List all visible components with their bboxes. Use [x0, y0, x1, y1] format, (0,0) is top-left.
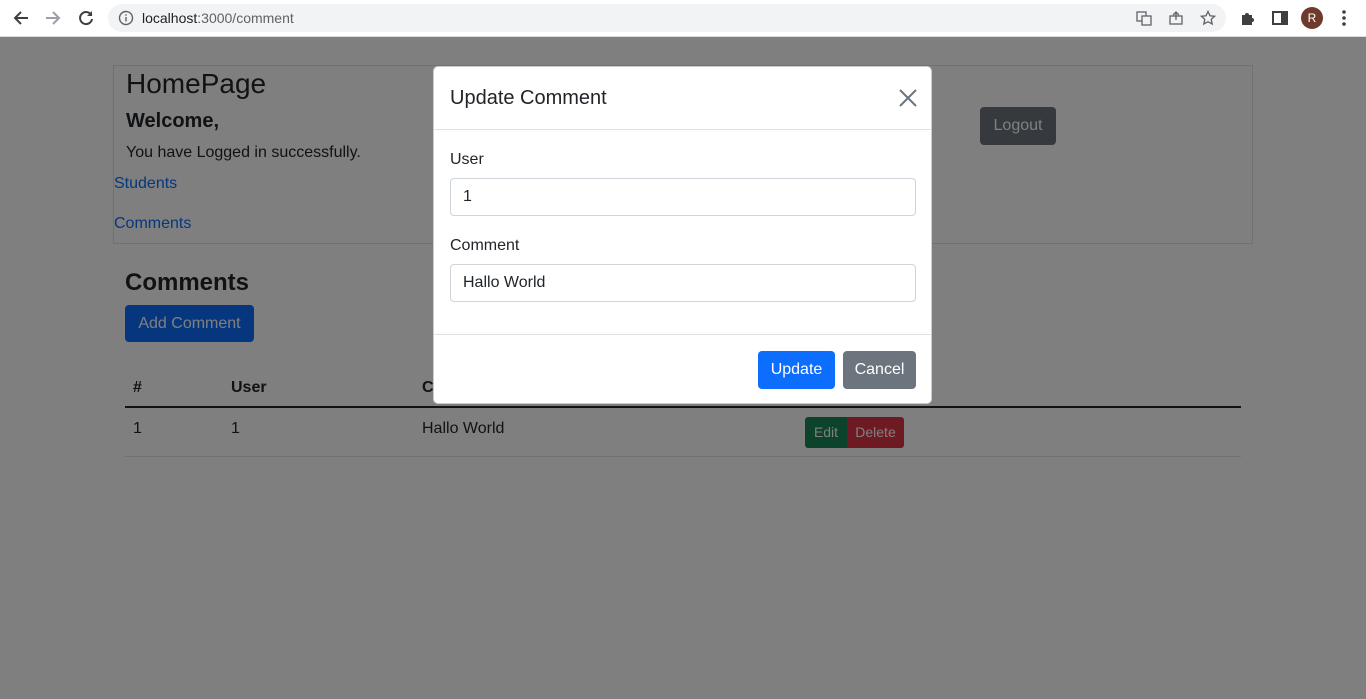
- info-icon[interactable]: [118, 10, 134, 26]
- browser-toolbar: localhost:3000/comment R: [0, 0, 1366, 37]
- avatar[interactable]: R: [1301, 7, 1323, 29]
- side-panel-icon[interactable]: [1270, 8, 1290, 28]
- cancel-button[interactable]: Cancel: [843, 351, 916, 389]
- update-comment-modal: Update Comment User 1 Comment Hallo Worl…: [433, 66, 932, 404]
- back-arrow-icon[interactable]: [9, 6, 33, 30]
- url-path: :3000/comment: [197, 10, 294, 26]
- address-bar[interactable]: localhost:3000/comment: [108, 4, 1226, 32]
- comment-label: Comment: [450, 237, 520, 254]
- user-field[interactable]: 1: [450, 178, 916, 216]
- modal-body: User 1 Comment Hallo World: [434, 130, 931, 334]
- star-icon[interactable]: [1199, 9, 1217, 26]
- url-text: localhost:3000/comment: [142, 10, 294, 26]
- comment-field[interactable]: Hallo World: [450, 264, 916, 302]
- update-button[interactable]: Update: [758, 351, 835, 389]
- modal-header: Update Comment: [434, 67, 931, 130]
- forward-arrow-icon[interactable]: [41, 6, 65, 30]
- modal-title: Update Comment: [450, 87, 607, 109]
- url-host: localhost: [142, 10, 198, 26]
- reload-icon[interactable]: [74, 6, 98, 30]
- menu-dots-icon[interactable]: [1334, 8, 1354, 28]
- share-icon[interactable]: [1168, 10, 1184, 26]
- extensions-icon[interactable]: [1238, 8, 1258, 28]
- close-icon[interactable]: [898, 88, 918, 108]
- modal-footer: Update Cancel: [434, 334, 931, 404]
- translate-icon[interactable]: [1136, 10, 1152, 26]
- user-label: User: [450, 151, 484, 168]
